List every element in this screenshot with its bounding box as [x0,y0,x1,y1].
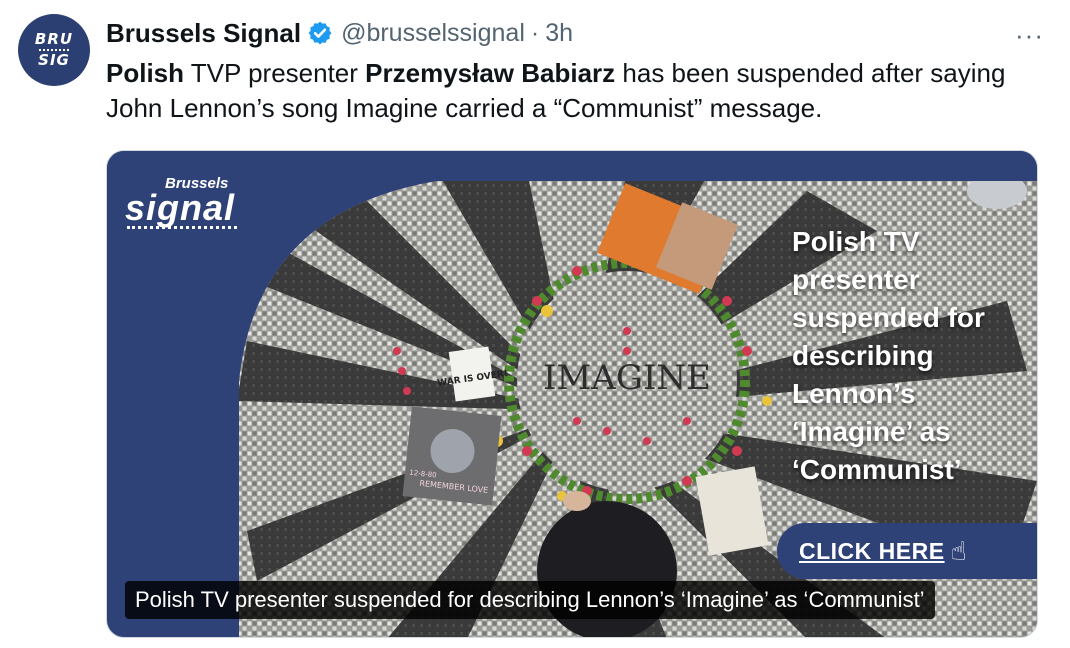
brand-logo: Brussels signal [125,176,237,229]
headline-line: ‘Communist’ [792,454,962,485]
headline-line: Lennon’s [792,378,916,409]
avatar-text-bottom: SIG [38,51,70,69]
tweet-text: Polish TVP presenter Przemysław Babiarz … [106,56,1036,126]
headline-line: suspended for [792,302,985,333]
more-options-icon[interactable]: ··· [1015,20,1044,51]
author-name[interactable]: Brussels Signal [106,18,301,49]
avatar-text-top: BRU [34,30,74,48]
tweet-header: Brussels Signal @brusselssignal · 3h [106,16,573,50]
headline-line: describing [792,340,934,371]
brand-logo-big: signal [125,187,236,228]
avatar[interactable]: BRU SIG [18,14,90,86]
tweet-text-part: TVP presenter [184,58,366,88]
click-here-button[interactable]: CLICK HERE ☝ [777,523,1037,579]
tweet-text-bold-polish: Polish [106,58,185,88]
imagine-mosaic-text: IMAGINE [543,358,711,398]
card-headline: Polish TV presenter suspended for descri… [792,223,1027,489]
pointing-hand-icon: ☝ [950,535,967,566]
headline-line: presenter [792,264,920,295]
headline-line: Polish TV [792,226,920,257]
click-here-label[interactable]: CLICK HERE [799,538,945,565]
card-caption: Polish TV presenter suspended for descri… [125,581,935,619]
verified-badge-icon[interactable] [307,20,333,46]
author-handle[interactable]: @brusselssignal [341,19,525,48]
tweet-text-bold-name: Przemysław Babiarz [365,58,616,88]
tweet-timestamp[interactable]: 3h [545,19,573,48]
separator-dot: · [530,18,540,47]
headline-line: ‘Imagine’ as [792,416,951,447]
link-card[interactable]: IMAGINE WAR IS OVER! REMEMBER LOVE 12-8-… [106,150,1038,638]
